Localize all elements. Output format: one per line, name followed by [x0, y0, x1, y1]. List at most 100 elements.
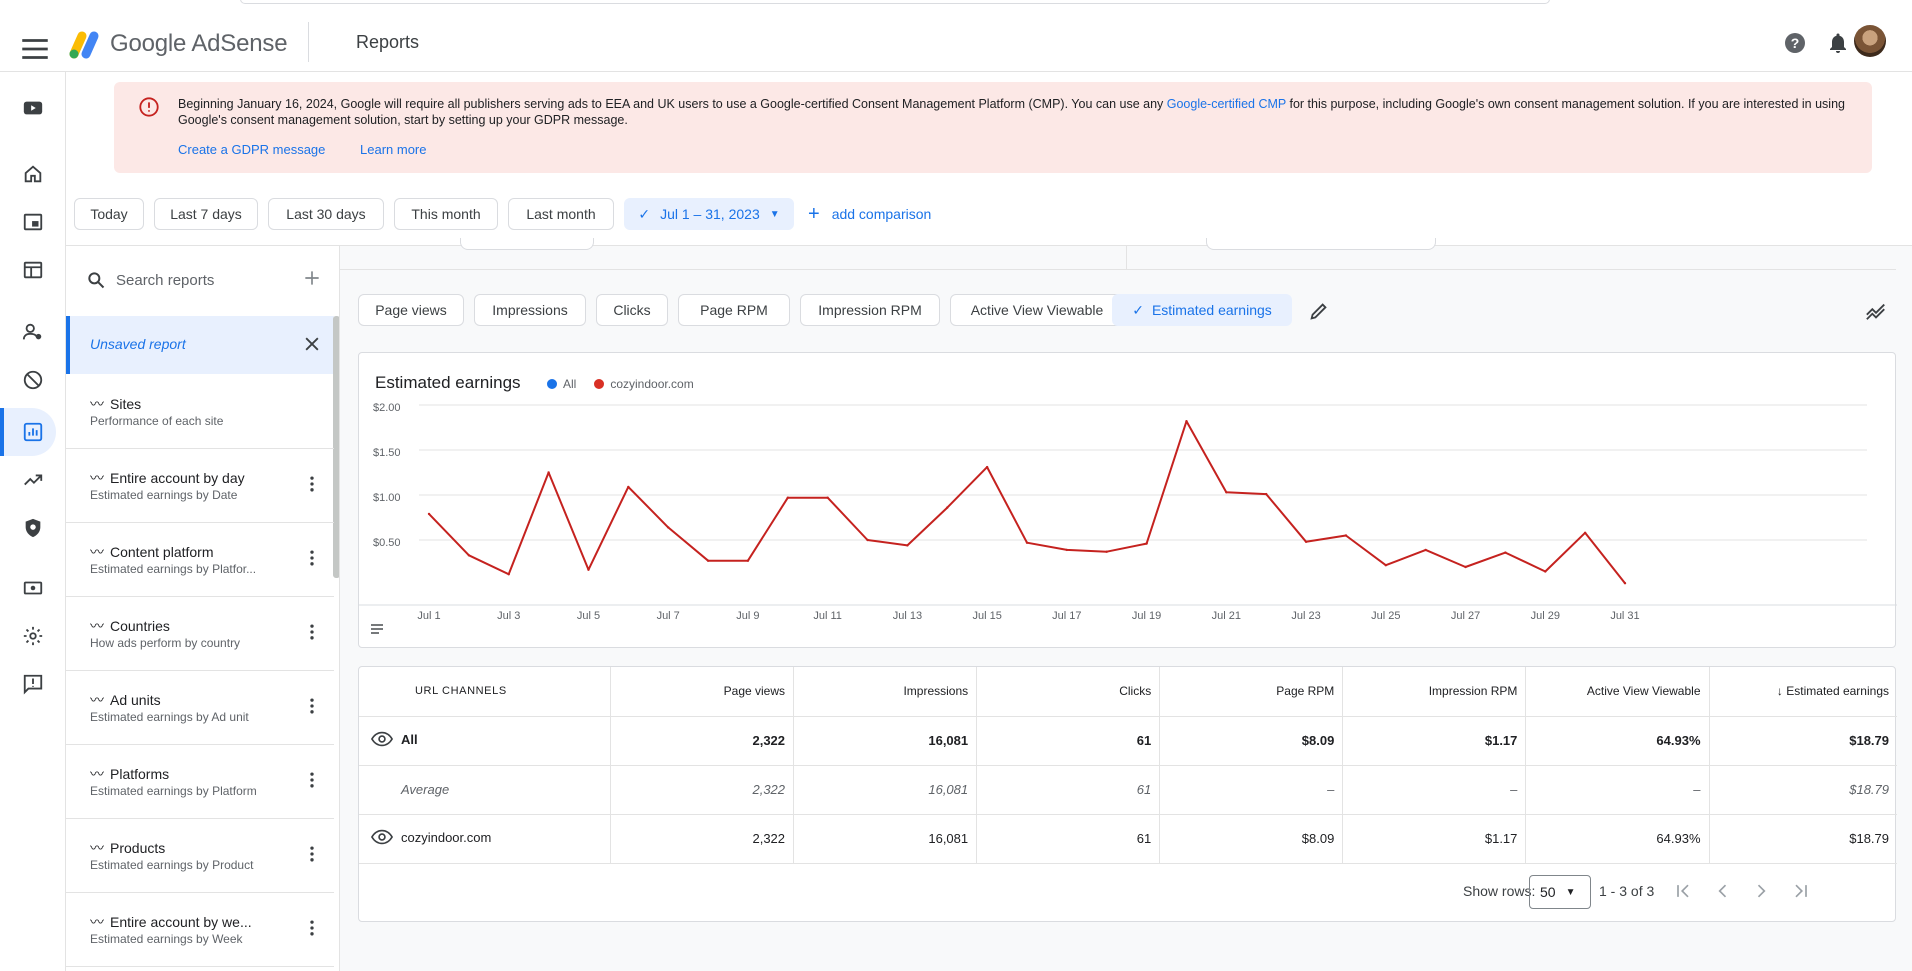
privacy-messaging-icon[interactable] — [21, 320, 45, 344]
metric-page-rpm[interactable]: Page RPM — [678, 294, 790, 326]
more-vert-icon[interactable] — [302, 770, 322, 793]
table-cell: 61 — [976, 765, 1161, 815]
chart-type-toggle-icon[interactable] — [1864, 300, 1888, 325]
data-point — [1344, 534, 1348, 537]
table-row: Average 2,322 16,081 61 – – – $18.79 — [359, 765, 1897, 815]
x-tick-label: Jul 7 — [657, 610, 680, 622]
table-row: cozyindoor.com 2,322 16,081 61 $8.09 $1.… — [359, 814, 1897, 864]
unsaved-report-item[interactable]: Unsaved report — [66, 316, 334, 374]
report-item-sites[interactable]: 〰 Sites Performance of each site — [66, 376, 334, 449]
filter-today[interactable]: Today — [74, 198, 144, 230]
column-header[interactable]: Page RPM — [1159, 667, 1344, 717]
report-item-products[interactable]: 〰 Products Estimated earnings by Product — [66, 820, 334, 893]
edit-metrics-icon[interactable] — [1308, 300, 1330, 325]
notifications-icon[interactable] — [1826, 31, 1850, 58]
payments-icon[interactable] — [21, 576, 45, 600]
more-vert-icon[interactable] — [302, 548, 322, 571]
add-comparison-button[interactable]: + add comparison — [808, 204, 931, 224]
rows-per-page-select[interactable]: 50 ▼ — [1529, 875, 1591, 909]
metric-estimated-earnings[interactable]: ✓ Estimated earnings — [1112, 294, 1292, 326]
certified-cmp-link[interactable]: Google-certified CMP — [1167, 97, 1286, 111]
table-cell: 16,081 — [793, 814, 978, 864]
column-header[interactable]: Impression RPM — [1342, 667, 1527, 717]
visibility-icon[interactable] — [370, 731, 401, 750]
report-item-entire-account-by-day[interactable]: 〰 Entire account by day Estimated earning… — [66, 450, 334, 523]
column-header[interactable]: Clicks — [976, 667, 1161, 717]
page-title: Reports — [356, 32, 420, 52]
search-reports-input[interactable]: Search reports — [116, 272, 214, 289]
next-page-icon[interactable] — [1751, 881, 1771, 904]
report-item-ad-units[interactable]: 〰 Ad units Estimated earnings by Ad unit — [66, 672, 334, 745]
column-header-sorted[interactable]: ↓ Estimated earnings — [1709, 667, 1897, 717]
data-point — [826, 496, 829, 499]
report-item-entire-account-by-week[interactable]: 〰 Entire account by we... Estimated earni… — [66, 894, 334, 967]
date-range-selector[interactable]: ✓ Jul 1 – 31, 2023 ▼ — [624, 198, 794, 230]
more-vert-icon[interactable] — [302, 622, 322, 645]
column-header[interactable]: Active View Viewable — [1525, 667, 1710, 717]
feedback-icon[interactable] — [21, 672, 45, 696]
visibility-icon[interactable] — [370, 829, 401, 848]
data-point — [1105, 550, 1108, 553]
metric-clicks[interactable]: Clicks — [596, 294, 668, 326]
ads-icon[interactable] — [21, 258, 45, 282]
reports-icon[interactable] — [21, 420, 45, 444]
x-tick-label: Jul 15 — [972, 610, 1001, 622]
policy-center-icon[interactable] — [21, 516, 45, 540]
date-range-label: Jul 1 – 31, 2023 — [660, 206, 760, 222]
more-vert-icon[interactable] — [302, 844, 322, 867]
help-icon[interactable]: ? — [1783, 31, 1807, 58]
data-point — [946, 506, 949, 509]
new-report-icon[interactable] — [302, 268, 322, 291]
home-icon[interactable] — [21, 162, 45, 186]
report-title: Countries — [110, 618, 170, 634]
column-header[interactable]: URL CHANNELS — [359, 667, 611, 717]
table-cell: – — [1159, 765, 1344, 815]
report-item-countries[interactable]: 〰 Countries How ads perform by country — [66, 598, 334, 671]
more-vert-icon[interactable] — [302, 696, 322, 719]
report-title: Products — [110, 840, 166, 856]
reports-scrollbar[interactable] — [333, 316, 339, 578]
report-item-platforms[interactable]: 〰 Platforms Estimated earnings by Platfor… — [66, 746, 334, 819]
search-reports[interactable]: Search reports — [66, 246, 339, 314]
sites-icon[interactable] — [21, 210, 45, 234]
filter-last-7-days[interactable]: Last 7 days — [154, 198, 258, 230]
earnings-line-chart: $0.50 $1.00 $1.50 $2.00 Jul 1 Jul 3 Jul 5 Jul 7… — [359, 402, 1897, 634]
previous-page-icon[interactable] — [1713, 881, 1733, 904]
youtube-icon[interactable] — [21, 96, 45, 120]
optimization-icon[interactable] — [21, 468, 45, 492]
filter-last-30-days[interactable]: Last 30 days — [268, 198, 384, 230]
more-vert-icon[interactable] — [302, 918, 322, 941]
table-cell: 16,081 — [793, 716, 978, 766]
first-page-icon[interactable] — [1673, 881, 1693, 904]
metric-impressions[interactable]: Impressions — [474, 294, 586, 326]
report-item-content-platform[interactable]: 〰 Content platform Estimated earnings by … — [66, 524, 334, 597]
table-cell: 61 — [976, 716, 1161, 766]
blocking-controls-icon[interactable] — [21, 368, 45, 392]
close-icon[interactable] — [302, 334, 322, 357]
data-point — [1384, 564, 1388, 567]
metric-page-views[interactable]: Page views — [358, 294, 464, 326]
column-header[interactable]: Impressions — [793, 667, 978, 717]
account-avatar[interactable] — [1854, 25, 1886, 57]
browser-top-strip — [0, 0, 1912, 8]
filter-this-month[interactable]: This month — [394, 198, 498, 230]
y-tick-label: $1.50 — [373, 447, 401, 459]
metric-impression-rpm[interactable]: Impression RPM — [800, 294, 940, 326]
metric-active-view-viewable[interactable]: Active View Viewable — [950, 294, 1124, 326]
data-point — [1304, 540, 1308, 543]
main-menu-icon[interactable] — [18, 32, 52, 66]
create-gdpr-message-link[interactable]: Create a GDPR message — [178, 142, 325, 157]
address-bar-fragment — [240, 0, 1550, 4]
more-vert-icon[interactable] — [302, 474, 322, 497]
column-header[interactable]: Page views — [610, 667, 795, 717]
learn-more-link[interactable]: Learn more — [360, 142, 426, 157]
data-point — [1185, 420, 1188, 423]
unsaved-report-label: Unsaved report — [90, 336, 186, 352]
data-point — [667, 526, 670, 529]
trend-icon: 〰 — [90, 766, 104, 782]
settings-icon[interactable] — [21, 624, 45, 648]
x-tick-label: Jul 5 — [577, 610, 600, 622]
filter-last-month[interactable]: Last month — [508, 198, 614, 230]
last-page-icon[interactable] — [1791, 881, 1811, 904]
x-tick-label: Jul 17 — [1052, 610, 1081, 622]
